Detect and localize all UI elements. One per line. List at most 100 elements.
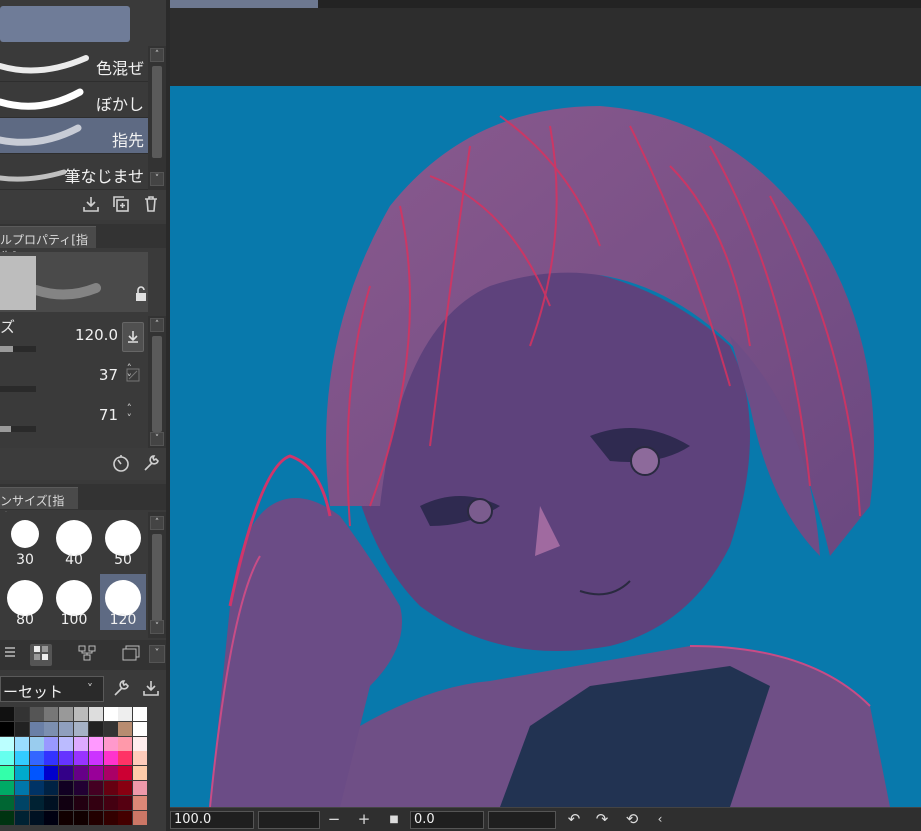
- size-cell-120[interactable]: 120: [100, 574, 146, 630]
- trash-icon[interactable]: [140, 194, 162, 216]
- color-swatch[interactable]: [118, 707, 133, 721]
- timer-icon[interactable]: [110, 453, 132, 475]
- color-swatch[interactable]: [103, 707, 118, 721]
- scroll-thumb[interactable]: [152, 534, 162, 622]
- color-swatch[interactable]: [14, 721, 29, 736]
- color-swatch[interactable]: [88, 736, 103, 751]
- import-icon[interactable]: [140, 678, 162, 700]
- rotation-slider[interactable]: [488, 811, 556, 829]
- brush-item-finger[interactable]: 指先: [0, 118, 148, 154]
- color-swatch[interactable]: [118, 751, 133, 766]
- size-cell-30[interactable]: 30: [2, 514, 48, 570]
- color-swatch[interactable]: [118, 810, 133, 825]
- property-slider[interactable]: [0, 426, 36, 432]
- color-swatch[interactable]: [133, 766, 148, 781]
- color-swatch[interactable]: [133, 810, 148, 825]
- scroll-thumb[interactable]: [152, 336, 162, 432]
- color-swatch[interactable]: [29, 781, 44, 795]
- brush-list-scrollbar[interactable]: ˄ ˅: [148, 46, 166, 190]
- size-grid-scrollbar[interactable]: ˄ ˅: [148, 512, 166, 638]
- scroll-left-icon[interactable]: ‹: [650, 811, 670, 829]
- document-tab[interactable]: [170, 0, 318, 8]
- pressure-icon[interactable]: [124, 366, 142, 384]
- scroll-thumb[interactable]: [152, 66, 162, 158]
- color-swatch[interactable]: [29, 766, 44, 781]
- color-swatch[interactable]: [59, 751, 74, 766]
- color-swatch[interactable]: [74, 810, 88, 825]
- color-swatch[interactable]: [118, 795, 133, 810]
- color-swatch[interactable]: [14, 810, 29, 825]
- color-swatch[interactable]: [59, 766, 74, 781]
- color-swatch[interactable]: [44, 810, 59, 825]
- color-swatch[interactable]: [14, 707, 29, 721]
- size-cell-80[interactable]: 80: [2, 574, 48, 630]
- scroll-up-icon[interactable]: ˄: [150, 516, 164, 530]
- color-swatch[interactable]: [44, 707, 59, 721]
- duplicate-icon[interactable]: [110, 194, 132, 216]
- color-swatch[interactable]: [59, 781, 74, 795]
- property-scrollbar[interactable]: ˄ ˅: [148, 316, 166, 448]
- property-slider[interactable]: [0, 386, 36, 392]
- property-value[interactable]: 37: [99, 366, 118, 384]
- wrench-icon[interactable]: [110, 678, 132, 700]
- scroll-down-icon[interactable]: ˅: [150, 172, 164, 186]
- scroll-down-icon[interactable]: ˅: [150, 432, 164, 446]
- save-icon[interactable]: [80, 194, 102, 216]
- size-cell-40[interactable]: 40: [51, 514, 97, 570]
- color-swatch[interactable]: [88, 810, 103, 825]
- color-swatch[interactable]: [103, 781, 118, 795]
- rotate-right-icon[interactable]: ↷: [592, 811, 612, 829]
- color-swatch[interactable]: [0, 721, 14, 736]
- color-swatch[interactable]: [103, 766, 118, 781]
- color-swatch[interactable]: [103, 736, 118, 751]
- color-swatch[interactable]: [74, 751, 88, 766]
- reset-rotation-icon[interactable]: ⟲: [622, 811, 642, 829]
- zoom-in-icon[interactable]: +: [354, 811, 374, 829]
- color-swatch[interactable]: [29, 751, 44, 766]
- color-swatch[interactable]: [29, 721, 44, 736]
- color-swatch[interactable]: [103, 810, 118, 825]
- panel-menu-chevron-icon[interactable]: ˅: [149, 645, 165, 663]
- color-swatch[interactable]: [74, 736, 88, 751]
- color-swatch[interactable]: [88, 781, 103, 795]
- property-value[interactable]: 120.0: [75, 326, 118, 344]
- wrench-icon[interactable]: [140, 453, 162, 475]
- zoom-slider[interactable]: [258, 811, 320, 829]
- color-swatch[interactable]: [74, 721, 88, 736]
- color-swatch[interactable]: [133, 736, 148, 751]
- color-swatch[interactable]: [133, 795, 148, 810]
- rotation-field[interactable]: 0.0: [410, 811, 484, 829]
- color-swatch[interactable]: [14, 766, 29, 781]
- color-swatch[interactable]: [14, 736, 29, 751]
- color-swatch[interactable]: [29, 707, 44, 721]
- zoom-out-icon[interactable]: −: [324, 811, 344, 829]
- color-swatch[interactable]: [29, 795, 44, 810]
- color-set-select[interactable]: ーセット ˅: [0, 676, 104, 702]
- color-swatch[interactable]: [103, 751, 118, 766]
- color-swatch[interactable]: [44, 766, 59, 781]
- color-swatch[interactable]: [103, 795, 118, 810]
- color-swatch[interactable]: [133, 781, 148, 795]
- color-swatch[interactable]: [74, 707, 88, 721]
- color-swatch[interactable]: [0, 736, 14, 751]
- color-swatch[interactable]: [74, 781, 88, 795]
- brush-item-brush-blend[interactable]: 筆なじませ: [0, 154, 148, 190]
- spin-arrows-icon[interactable]: ˄˅: [127, 403, 133, 424]
- color-swatch[interactable]: [74, 795, 88, 810]
- color-swatch[interactable]: [44, 795, 59, 810]
- color-swatch[interactable]: [14, 781, 29, 795]
- scroll-up-icon[interactable]: ˄: [150, 318, 164, 332]
- brush-item-blur[interactable]: ぼかし: [0, 82, 148, 118]
- property-value[interactable]: 71: [99, 406, 118, 424]
- size-cell-50[interactable]: 50: [100, 514, 146, 570]
- color-swatch[interactable]: [14, 795, 29, 810]
- download-size-icon[interactable]: [122, 322, 144, 352]
- color-swatch[interactable]: [118, 736, 133, 751]
- color-swatch[interactable]: [0, 795, 14, 810]
- color-swatch[interactable]: [0, 707, 14, 721]
- color-swatch[interactable]: [59, 736, 74, 751]
- color-swatch[interactable]: [59, 795, 74, 810]
- rotate-left-icon[interactable]: ↶: [564, 811, 584, 829]
- color-wheel-icon[interactable]: [0, 644, 22, 666]
- color-swatch[interactable]: [14, 751, 29, 766]
